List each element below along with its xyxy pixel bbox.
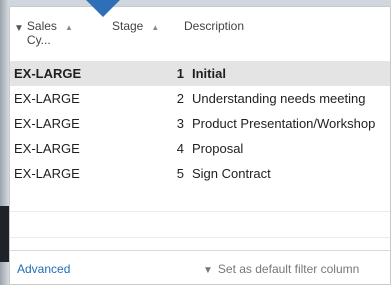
dropdown-footer: Advanced ▼ Set as default filter column: [10, 250, 390, 284]
set-default-filter-column[interactable]: ▼ Set as default filter column: [203, 262, 359, 276]
list-item[interactable]: EX-LARGE 5 Sign Contract: [10, 161, 390, 186]
results-list: EX-LARGE 1 Initial EX-LARGE 2 Understand…: [10, 61, 390, 238]
list-item[interactable]: EX-LARGE 1 Initial: [10, 61, 390, 86]
empty-row: [10, 186, 390, 212]
advanced-link[interactable]: Advanced: [17, 262, 70, 276]
list-item[interactable]: EX-LARGE 3 Product Presentation/Workshop: [10, 111, 390, 136]
sales-cycle-cell: EX-LARGE: [14, 91, 80, 106]
sales-cycle-cell: EX-LARGE: [14, 166, 80, 181]
stage-label: Stage: [112, 19, 144, 33]
sales-cycle-cell: EX-LARGE: [14, 116, 80, 131]
column-header-stage[interactable]: Stage ▲: [112, 19, 159, 33]
sales-cycle-cell: EX-LARGE: [14, 66, 82, 81]
description-cell: Understanding needs meeting: [192, 91, 366, 106]
stage-cell: 5: [176, 166, 184, 181]
set-default-filter-label: Set as default filter column: [217, 262, 360, 276]
sort-ascending-icon[interactable]: ▲: [151, 23, 159, 32]
column-header-sales-cycle-label: Sales Cy...: [27, 19, 57, 47]
sales-cycle-cell: EX-LARGE: [14, 141, 80, 156]
stage-cell: 1: [176, 66, 184, 81]
list-item[interactable]: EX-LARGE 4 Proposal: [10, 136, 390, 161]
description-cell: Product Presentation/Workshop: [192, 116, 376, 131]
description-label: Description: [184, 19, 245, 33]
stage-cell: 4: [176, 141, 184, 156]
lookup-dropdown-panel: ▼ Sales Cy... ▲ Stage ▲ Description EX-L…: [9, 6, 391, 285]
description-cell: Proposal: [192, 141, 244, 156]
description-cell: Initial: [192, 66, 226, 81]
column-header-description[interactable]: Description: [184, 19, 244, 33]
sales-cycle-label-line2: Cy...: [26, 33, 51, 47]
column-header: ▼ Sales Cy... ▲ Stage ▲ Description: [10, 7, 390, 59]
list-item[interactable]: EX-LARGE 2 Understanding needs meeting: [10, 86, 390, 111]
window-left-edge: [0, 0, 9, 285]
filter-icon: ▼: [203, 265, 213, 276]
dropdown-pointer-icon: [86, 0, 120, 17]
sales-cycle-label-line1: Sales: [26, 19, 57, 33]
description-cell: Sign Contract: [192, 166, 271, 181]
stage-cell: 2: [176, 91, 184, 106]
filter-icon: ▼: [14, 23, 24, 34]
empty-row: [10, 212, 390, 238]
window-left-edge-dark: [0, 206, 9, 262]
sort-ascending-icon[interactable]: ▲: [65, 23, 73, 32]
stage-cell: 3: [176, 116, 184, 131]
column-header-sales-cycle[interactable]: ▼ Sales Cy... ▲: [14, 19, 73, 47]
